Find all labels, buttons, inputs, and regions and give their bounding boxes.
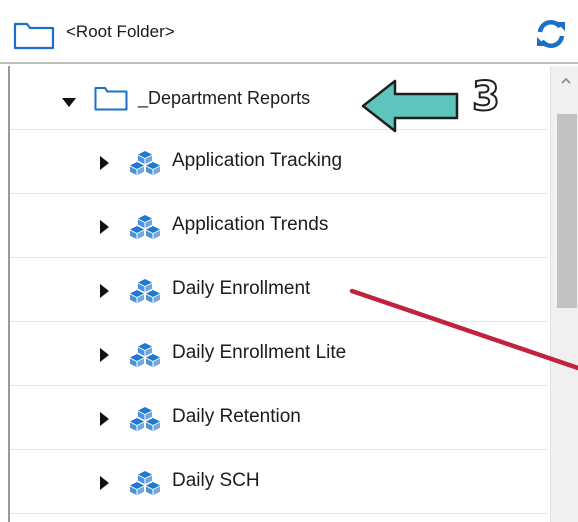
collapsed-caret-icon[interactable] <box>100 411 109 430</box>
folder-icon <box>94 85 128 115</box>
tree-row-label: Daily SCH <box>172 470 260 491</box>
vertical-scrollbar[interactable] <box>550 66 578 522</box>
scrollbar-thumb[interactable] <box>557 114 577 308</box>
tree-row-daily-retention[interactable]: Daily Retention <box>10 386 548 450</box>
cube-icon <box>128 406 162 436</box>
refresh-icon[interactable] <box>535 19 567 53</box>
collapsed-caret-icon[interactable] <box>100 155 109 174</box>
annotation-arrow-icon <box>360 78 460 138</box>
annotation-step-number: 3 <box>471 73 501 121</box>
tree-row-daily-enrollment[interactable]: Daily Enrollment <box>10 258 548 322</box>
tree-row-label: Daily Enrollment Lite <box>172 342 347 363</box>
tree-row-department-reports[interactable]: _Department Reports <box>10 66 548 130</box>
root-folder-bar: <Root Folder> <box>0 0 578 64</box>
tree-row-daily-enrollment-lite[interactable]: Daily Enrollment Lite <box>10 322 548 386</box>
cube-icon <box>128 470 162 500</box>
tree-row-label: Daily Enrollment <box>172 278 311 299</box>
cube-icon <box>128 342 162 372</box>
expanded-caret-icon[interactable] <box>62 93 76 112</box>
cube-icon <box>128 150 162 180</box>
tree-row-label: Application Tracking <box>172 150 343 171</box>
tree-row-application-trends[interactable]: Application Trends <box>10 194 548 258</box>
cube-icon <box>128 214 162 244</box>
collapsed-caret-icon[interactable] <box>100 347 109 366</box>
collapsed-caret-icon[interactable] <box>100 219 109 238</box>
collapsed-caret-icon[interactable] <box>100 475 109 494</box>
folder-icon <box>13 20 55 54</box>
root-folder-label[interactable]: <Root Folder> <box>66 22 175 42</box>
cube-icon <box>128 278 162 308</box>
tree-row-daily-sch[interactable]: Daily SCH <box>10 450 548 514</box>
tree-row-label: Daily Retention <box>172 406 301 427</box>
scroll-up-arrow-icon[interactable] <box>560 72 572 84</box>
collapsed-caret-icon[interactable] <box>100 283 109 302</box>
report-tree: _Department Reports Application Tracking <box>8 66 578 522</box>
tree-row-label: Application Trends <box>172 214 329 235</box>
tree-row-application-tracking[interactable]: Application Tracking <box>10 130 548 194</box>
tree-row-label: _Department Reports <box>138 88 311 108</box>
